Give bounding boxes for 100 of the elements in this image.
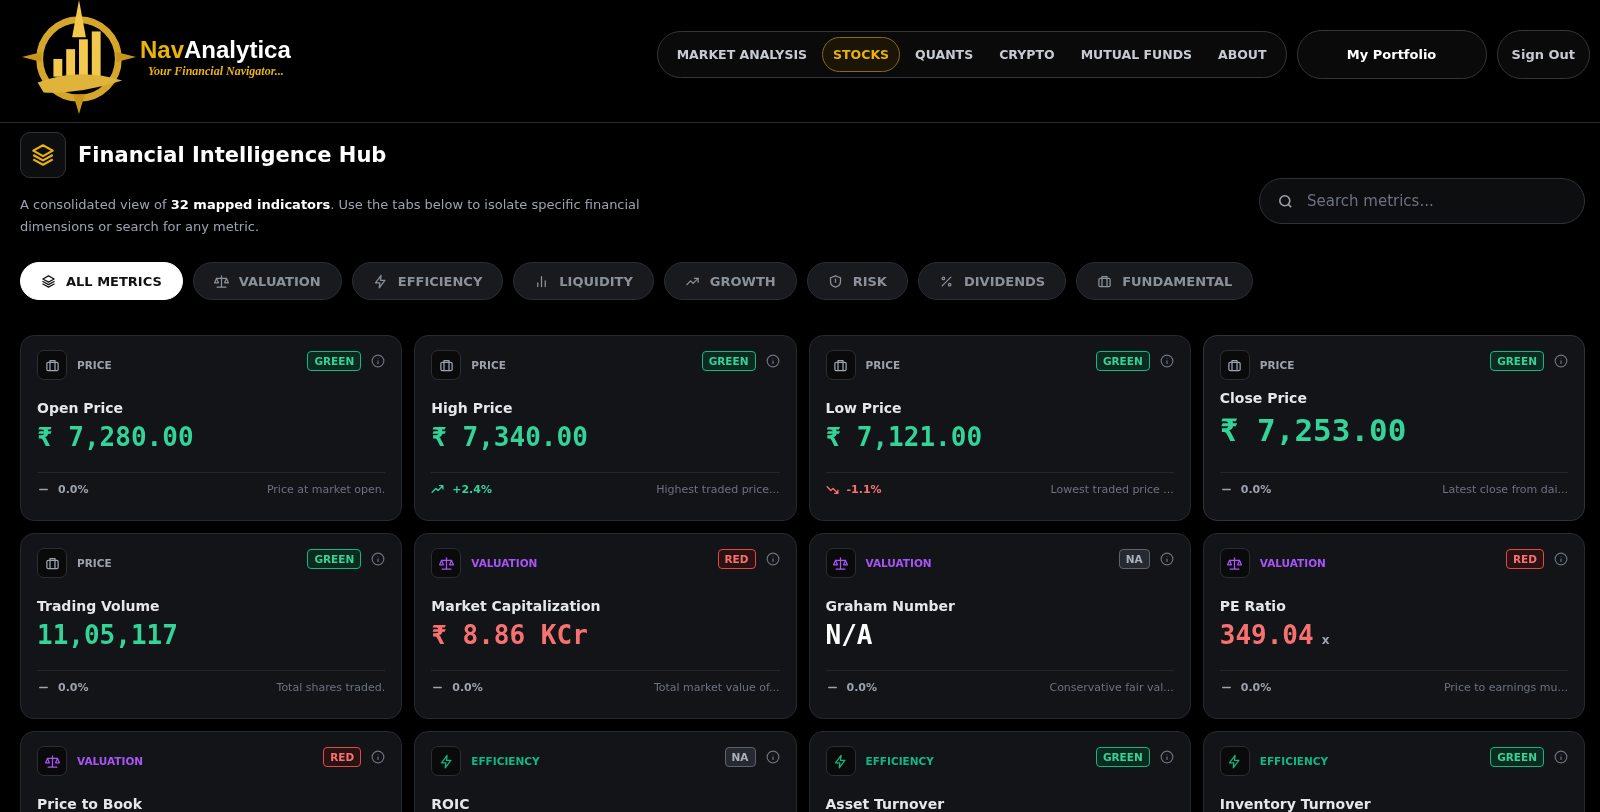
metric-value: ₹ 7,280.00 [37, 422, 194, 452]
scale-icon [1219, 548, 1250, 578]
filter-tab[interactable]: FUNDAMENTAL [1076, 262, 1254, 300]
metric-value: ₹ 7,253.00 [1219, 412, 1407, 448]
metric-note: Total market value of... [653, 681, 780, 694]
metric-card[interactable]: PRICE GREEN High Price ₹ 7,340.00 +2.4% Highest traded price... [414, 335, 797, 521]
metric-name: Asset Turnover [825, 796, 946, 812]
category-label: EFFICIENCY [865, 755, 935, 767]
lightning-icon [431, 746, 462, 776]
metric-value: ₹ 7,121.00 [825, 422, 983, 452]
filter-tab[interactable]: EFFICIENCY [351, 262, 504, 300]
status-badge: RED [323, 747, 362, 767]
metric-note: Lowest traded price ... [1050, 483, 1174, 496]
scale-icon [37, 746, 67, 776]
change-value: 0.0% [1240, 681, 1272, 694]
portfolio-button[interactable]: My Portfolio [1296, 29, 1487, 79]
metric-name: Price to Book [37, 796, 144, 812]
metric-value: N/A [825, 620, 873, 650]
change-value: 0.0% [1240, 483, 1272, 496]
scale-icon [431, 548, 462, 578]
category-label: PRICE [865, 359, 902, 371]
briefcase-icon [37, 350, 67, 380]
metric-name: Low Price [825, 400, 903, 416]
metric-card[interactable]: VALUATION RED Price to Book [20, 731, 403, 812]
briefcase-icon [431, 350, 462, 380]
nav-link[interactable]: STOCKS [822, 36, 901, 72]
info-icon[interactable] [1554, 354, 1568, 368]
metric-card[interactable]: VALUATION NA Graham Number N/A 0.0% Conservative fair val... [808, 533, 1191, 719]
info-icon[interactable] [1159, 552, 1174, 566]
metric-note: Latest close from dai... [1442, 483, 1568, 496]
metric-card[interactable]: PRICE GREEN Low Price ₹ 7,121.00 -1.1% Lowest traded price ... [808, 335, 1191, 521]
metric-card[interactable]: PRICE GREEN Trading Volume 11,05,117 0.0% Total shares traded. [20, 533, 403, 719]
filter-tab[interactable]: GROWTH [663, 262, 797, 300]
change-value: 0.0% [846, 681, 877, 694]
metric-card[interactable]: VALUATION RED Market Capitalization ₹ 8.86 KCr 0.0% Total market value of... [414, 533, 797, 719]
metric-card[interactable]: EFFICIENCY NA ROIC [414, 731, 797, 812]
category-label: VALUATION [1259, 557, 1327, 569]
lightning-icon [825, 746, 856, 776]
briefcase-icon [37, 548, 67, 578]
unit-label: x [1321, 633, 1330, 647]
page-title: Financial Intelligence Hub [78, 143, 387, 167]
status-badge: RED [1506, 549, 1544, 569]
briefcase-icon [1219, 350, 1250, 380]
category-label: EFFICIENCY [1259, 755, 1330, 767]
metric-card[interactable]: VALUATION RED PE Ratio 349.04 x 0.0% Price to earnings mu... [1202, 533, 1585, 719]
metric-name: Close Price [1219, 390, 1308, 406]
filter-tab[interactable]: LIQUIDITY [513, 262, 654, 300]
filter-tab[interactable]: VALUATION [192, 262, 342, 300]
brand-tagline: Your Financial Navigator... [148, 63, 285, 79]
briefcase-icon [825, 350, 856, 380]
metric-card[interactable]: PRICE GREEN Close Price ₹ 7,253.00 0.0% Latest close from dai... [1202, 335, 1585, 521]
change-value: 0.0% [452, 681, 483, 694]
metric-name: Open Price [37, 400, 125, 416]
category-label: EFFICIENCY [471, 755, 541, 767]
nav-link[interactable]: MUTUAL FUNDS [1069, 36, 1204, 72]
category-label: PRICE [77, 359, 113, 371]
category-label: VALUATION [77, 755, 145, 767]
metric-value: ₹ 7,340.00 [431, 422, 588, 452]
metric-name: Inventory Turnover [1219, 796, 1372, 812]
status-badge: GREEN [1490, 351, 1544, 371]
filter-tab[interactable]: ALL METRICS [20, 262, 183, 300]
info-icon[interactable] [371, 354, 386, 368]
metric-card[interactable]: PRICE GREEN Open Price ₹ 7,280.00 0.0% Price at market open. [20, 335, 403, 521]
filter-tab[interactable]: RISK [806, 262, 908, 300]
category-label: VALUATION [471, 557, 539, 569]
status-badge: GREEN [1095, 351, 1150, 371]
nav-link[interactable]: QUANTS [904, 36, 985, 72]
sign-out-button[interactable]: Sign Out [1496, 29, 1590, 79]
info-icon[interactable] [371, 552, 386, 566]
scale-icon [825, 548, 856, 578]
metric-name: ROIC [431, 796, 471, 812]
info-icon[interactable] [1159, 750, 1174, 764]
info-icon[interactable] [371, 750, 386, 764]
info-icon[interactable] [765, 552, 780, 566]
search-field[interactable]: Search metrics... [1259, 178, 1585, 224]
nav-link[interactable]: CRYPTO [988, 36, 1066, 72]
metric-card[interactable]: EFFICIENCY GREEN Inventory Turnover [1202, 731, 1585, 812]
metric-value: 11,05,117 [37, 620, 178, 650]
info-icon[interactable] [1554, 552, 1568, 566]
metric-name: PE Ratio [1219, 598, 1287, 614]
status-badge: GREEN [701, 351, 756, 371]
nav-link[interactable]: ABOUT [1207, 36, 1278, 72]
status-badge: NA [724, 747, 756, 767]
nav-link[interactable]: MARKET ANALYSIS [665, 36, 819, 72]
category-label: PRICE [471, 359, 507, 371]
lightning-icon [1219, 746, 1250, 776]
info-icon[interactable] [765, 750, 780, 764]
metric-card[interactable]: EFFICIENCY GREEN Asset Turnover [808, 731, 1191, 812]
metric-value: 349.04 [1219, 620, 1314, 650]
info-icon[interactable] [765, 354, 780, 368]
category-label: PRICE [77, 557, 113, 569]
status-badge: RED [717, 549, 756, 569]
metric-note: Price at market open. [266, 483, 386, 496]
metric-value: ₹ 8.86 KCr [431, 620, 588, 650]
info-icon[interactable] [1554, 750, 1568, 764]
info-icon[interactable] [1159, 354, 1174, 368]
filter-tab[interactable]: DIVIDENDS [917, 262, 1067, 300]
metric-name: Graham Number [825, 598, 956, 614]
category-label: VALUATION [865, 557, 933, 569]
category-label: PRICE [1259, 359, 1296, 371]
